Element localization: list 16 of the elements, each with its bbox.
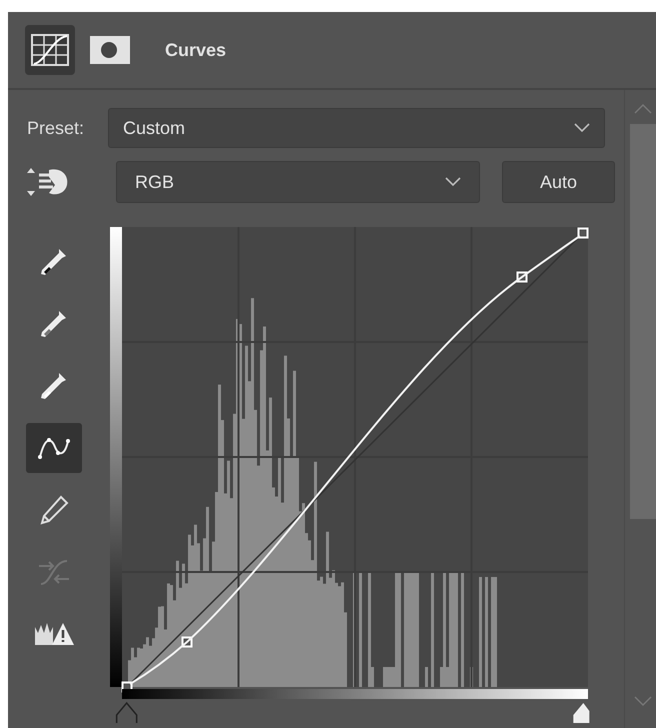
panel-title: Curves xyxy=(165,38,226,62)
histogram-bar xyxy=(425,667,428,687)
auto-button[interactable]: Auto xyxy=(502,161,615,203)
shadow-input-slider[interactable] xyxy=(116,702,138,723)
scrollbar-thumb[interactable] xyxy=(630,124,656,519)
preset-label: Preset: xyxy=(26,116,86,140)
channel-value: RGB xyxy=(135,170,174,194)
chevron-down-icon xyxy=(574,123,590,133)
curve-point[interactable] xyxy=(578,228,588,238)
curve-points-icon[interactable] xyxy=(26,423,82,473)
preset-dropdown[interactable]: Custom xyxy=(108,108,605,148)
highlight-input-slider[interactable] xyxy=(573,703,590,723)
curves-layer-icon[interactable] xyxy=(25,25,75,75)
chevron-down-icon xyxy=(445,177,461,187)
preset-value: Custom xyxy=(123,116,186,140)
channel-dropdown[interactable]: RGB xyxy=(116,161,480,203)
